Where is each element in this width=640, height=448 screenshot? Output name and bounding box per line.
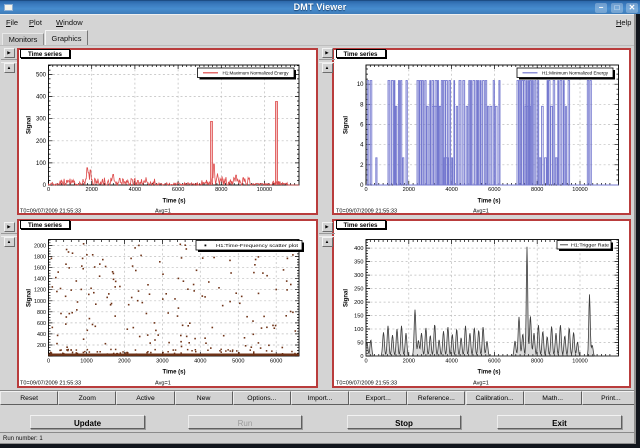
svg-text:0: 0 [364, 359, 367, 365]
svg-text:Time (s): Time (s) [478, 199, 501, 205]
svg-text:8000: 8000 [531, 187, 543, 193]
svg-text:Avg=1: Avg=1 [155, 209, 171, 215]
svg-text:H1:Trigger Rate: H1:Trigger Rate [571, 243, 609, 249]
svg-text:T0=09/07/2009 21:55:33: T0=09/07/2009 21:55:33 [20, 209, 81, 215]
svg-text:8: 8 [360, 102, 364, 108]
svg-text:1000: 1000 [34, 299, 46, 305]
svg-text:4000: 4000 [445, 359, 457, 365]
svg-text:H1:Maximum Normalized Energy: H1:Maximum Normalized Energy [223, 71, 290, 77]
svg-text:6000: 6000 [488, 359, 500, 365]
svg-text:300: 300 [354, 273, 363, 279]
svg-text:6: 6 [360, 123, 364, 129]
svg-text:0: 0 [47, 359, 50, 365]
svg-text:2000: 2000 [85, 187, 97, 193]
svg-text:4000: 4000 [194, 359, 206, 365]
svg-text:2000: 2000 [403, 359, 415, 365]
svg-text:10000: 10000 [572, 187, 588, 193]
svg-text:Avg=1: Avg=1 [473, 209, 489, 215]
svg-text:T0=09/07/2009 21:55:33: T0=09/07/2009 21:55:33 [336, 209, 397, 215]
svg-text:T0=09/07/2009 21:55:33: T0=09/07/2009 21:55:33 [20, 381, 81, 387]
svg-text:200: 200 [37, 343, 46, 349]
svg-text:Signal: Signal [344, 116, 350, 134]
svg-text:600: 600 [37, 321, 46, 327]
svg-text:1800: 1800 [34, 255, 46, 261]
svg-text:4: 4 [360, 143, 364, 149]
svg-text:2000: 2000 [34, 244, 46, 250]
svg-text:1000: 1000 [80, 359, 92, 365]
svg-text:2000: 2000 [403, 187, 415, 193]
svg-text:400: 400 [354, 246, 363, 252]
svg-text:10: 10 [357, 82, 364, 88]
svg-text:50: 50 [357, 341, 363, 347]
svg-text:T0=09/07/2009 21:55:33: T0=09/07/2009 21:55:33 [336, 381, 397, 387]
svg-text:Time (s): Time (s) [163, 370, 186, 376]
svg-text:6000: 6000 [172, 187, 184, 193]
svg-text:300: 300 [36, 117, 47, 123]
svg-text:200: 200 [354, 300, 363, 306]
svg-text:1600: 1600 [34, 266, 46, 272]
svg-text:0: 0 [364, 187, 367, 193]
svg-text:Signal: Signal [27, 116, 33, 134]
svg-text:1200: 1200 [34, 288, 46, 294]
svg-text:10000: 10000 [572, 359, 588, 365]
svg-text:4000: 4000 [445, 187, 457, 193]
svg-text:8000: 8000 [215, 187, 227, 193]
svg-text:500: 500 [36, 73, 47, 79]
svg-text:Signal: Signal [27, 289, 33, 307]
svg-text:Avg=1: Avg=1 [155, 381, 171, 387]
svg-text:0: 0 [47, 187, 50, 193]
svg-text:800: 800 [37, 310, 46, 316]
svg-text:3000: 3000 [156, 359, 168, 365]
svg-text:H1:Time-Frequency scatter plot: H1:Time-Frequency scatter plot [216, 243, 299, 249]
svg-text:350: 350 [354, 260, 363, 266]
svg-text:H1:Minimum Normalized Energy: H1:Minimum Normalized Energy [542, 71, 609, 77]
svg-text:6000: 6000 [270, 359, 282, 365]
svg-text:8000: 8000 [531, 359, 543, 365]
svg-text:400: 400 [37, 332, 46, 338]
svg-text:4000: 4000 [129, 187, 141, 193]
svg-text:150: 150 [354, 314, 363, 320]
svg-text:250: 250 [354, 287, 363, 293]
svg-text:2: 2 [360, 163, 364, 169]
svg-text:1400: 1400 [34, 277, 46, 283]
svg-text:100: 100 [354, 327, 363, 333]
svg-text:0: 0 [360, 354, 363, 360]
svg-text:Time (s): Time (s) [163, 199, 186, 205]
svg-text:2000: 2000 [118, 359, 130, 365]
svg-text:5000: 5000 [232, 359, 244, 365]
svg-text:6000: 6000 [488, 187, 500, 193]
svg-text:Time (s): Time (s) [478, 370, 501, 376]
svg-text:400: 400 [36, 95, 47, 101]
svg-text:200: 200 [36, 139, 47, 145]
svg-text:Avg=1: Avg=1 [473, 381, 489, 387]
svg-text:10000: 10000 [257, 187, 273, 193]
svg-text:100: 100 [36, 161, 47, 167]
svg-text:Signal: Signal [344, 289, 350, 307]
